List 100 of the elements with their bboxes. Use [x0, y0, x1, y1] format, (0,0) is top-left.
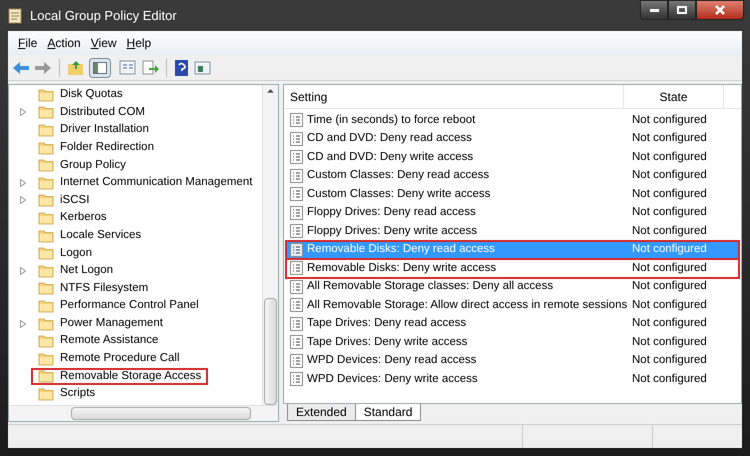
list-view-icon[interactable] [119, 60, 137, 76]
tree-item-label: Disk Quotas [60, 87, 123, 102]
tree-item[interactable]: Logon [31, 244, 99, 262]
tree-item[interactable]: Remote Assistance [31, 332, 166, 350]
tree-item-label: Performance Control Panel [60, 298, 199, 314]
policy-setting-icon [290, 242, 303, 257]
menu-item[interactable]: File [18, 34, 38, 52]
tree-item[interactable]: iSCSI [31, 192, 96, 209]
tree-item[interactable]: Folder Redirection [31, 139, 161, 156]
folder-icon [38, 316, 54, 331]
expand-arrow-icon[interactable] [20, 320, 26, 328]
folder-icon [38, 352, 54, 366]
setting-name: Tape Drives: Deny read access [307, 316, 466, 332]
setting-name: All Removable Storage classes: Deny all access [307, 279, 554, 294]
tree-item-label: Remote Assistance [60, 333, 158, 348]
tree-item[interactable]: Distributed COM [31, 104, 152, 121]
table-row[interactable]: Tape Drives: Deny write access Not configured [286, 333, 739, 352]
forward-arrow-icon[interactable] [34, 60, 52, 74]
policy-setting-icon [290, 150, 303, 164]
horizontal-scrollbar[interactable] [9, 405, 278, 421]
folder-icon [38, 264, 54, 278]
tree-item[interactable]: Power Management [31, 315, 170, 332]
folder-icon [38, 105, 54, 120]
menu-item[interactable]: Action [47, 34, 81, 52]
folder-icon [38, 228, 54, 243]
column-header[interactable]: State [624, 85, 724, 108]
close-button[interactable] [696, 0, 744, 20]
tree-item[interactable]: Net Logon [31, 262, 120, 280]
minimize-button[interactable] [640, 0, 668, 20]
view-tab[interactable]: Extended [287, 404, 356, 421]
table-row[interactable]: All Removable Storage: Allow direct access in remote sessions Not configured [286, 296, 739, 314]
state-cell-text: Not configured [632, 150, 707, 165]
tree-item[interactable]: Locale Services [31, 227, 148, 244]
maximize-button[interactable] [668, 0, 696, 20]
folder-icon [38, 140, 54, 155]
folder-icon [38, 210, 54, 225]
state-cell-text: Not configured [632, 242, 707, 258]
help-icon[interactable] [174, 58, 190, 76]
table-row[interactable]: CD and DVD: Deny read access Not configured [286, 130, 739, 148]
expand-arrow-icon[interactable] [20, 178, 26, 187]
setting-name: Floppy Drives: Deny write access [307, 224, 477, 239]
expand-arrow-icon[interactable] [20, 196, 26, 204]
expand-arrow-icon[interactable] [20, 266, 26, 275]
tree-item-label: Group Policy [60, 158, 126, 173]
panel-icon[interactable] [194, 60, 212, 76]
tree-item-label: Logon [60, 246, 92, 261]
scroll-up-icon[interactable] [267, 89, 274, 93]
up-folder-icon[interactable] [67, 60, 85, 76]
folder-icon [38, 88, 54, 102]
tree-item[interactable]: Group Policy [31, 156, 133, 174]
menu-item[interactable]: Help [126, 34, 152, 52]
state-cell-text: Not configured [632, 372, 707, 387]
table-row[interactable]: Floppy Drives: Deny write access Not configured [286, 222, 739, 240]
tree-item[interactable]: Driver Installation [31, 121, 156, 138]
folder-icon [38, 369, 54, 384]
table-row[interactable]: Time (in seconds) to force reboot Not configured [286, 111, 739, 130]
table-row[interactable]: Tape Drives: Deny read access Not configured [286, 314, 739, 333]
tree-item[interactable]: NTFS Filesystem [31, 280, 156, 297]
setting-name: All Removable Storage: Allow direct access in remote sessions [307, 298, 628, 313]
tree-item[interactable]: Disk Quotas [31, 86, 130, 104]
table-row[interactable]: Custom Classes: Deny write access Not configured [286, 185, 739, 204]
setting-name: CD and DVD: Deny read access [307, 131, 472, 146]
tree-item[interactable]: Removable Storage Access [31, 368, 208, 385]
tree-item[interactable]: Kerberos [31, 209, 114, 226]
setting-name: Tape Drives: Deny write access [307, 334, 468, 350]
folder-icon [38, 334, 54, 348]
setting-name: Time (in seconds) to force reboot [307, 112, 476, 128]
setting-name: WPD Devices: Deny read access [307, 353, 476, 368]
folder-icon [38, 122, 54, 137]
tree-item[interactable]: Internet Communication Management [31, 174, 260, 192]
setting-name: Floppy Drives: Deny read access [307, 205, 476, 220]
export-icon[interactable] [141, 60, 159, 76]
column-header[interactable]: Setting [284, 85, 624, 108]
tree-item[interactable]: Remote Procedure Call [31, 350, 187, 368]
tree-item[interactable]: Performance Control Panel [31, 297, 206, 314]
state-cell-text: Not configured [632, 279, 707, 294]
menu-item[interactable]: View [90, 34, 117, 52]
back-arrow-icon[interactable] [12, 60, 30, 74]
show-tree-button[interactable] [89, 58, 111, 78]
state-cell-text: Not configured [632, 316, 707, 332]
vertical-scrollbar[interactable] [262, 85, 278, 405]
state-cell-text: Not configured [632, 260, 707, 276]
policy-setting-icon [290, 298, 303, 312]
table-row[interactable]: CD and DVD: Deny write access Not configured [286, 148, 739, 166]
policy-setting-icon [290, 224, 303, 238]
policy-setting-icon [290, 280, 303, 294]
policy-setting-icon [290, 206, 303, 220]
tree-item-label: Folder Redirection [60, 140, 154, 155]
view-tab[interactable]: Standard [354, 404, 422, 421]
policy-setting-icon [290, 316, 303, 331]
expand-arrow-icon[interactable] [20, 108, 26, 116]
tree-item-label: Scripts [60, 386, 96, 402]
table-row[interactable]: Custom Classes: Deny read access Not configured [286, 166, 739, 185]
table-row[interactable]: Removable Disks: Deny write access Not configured [286, 259, 739, 278]
table-row[interactable]: All Removable Storage classes: Deny all access Not configured [286, 278, 739, 296]
table-row[interactable]: Floppy Drives: Deny read access Not configured [286, 204, 739, 222]
table-row[interactable]: WPD Devices: Deny write access Not configured [286, 370, 739, 388]
folder-icon [38, 386, 54, 401]
tree-item[interactable]: Scripts [31, 385, 102, 402]
table-row[interactable]: WPD Devices: Deny read access Not configured [286, 352, 739, 370]
